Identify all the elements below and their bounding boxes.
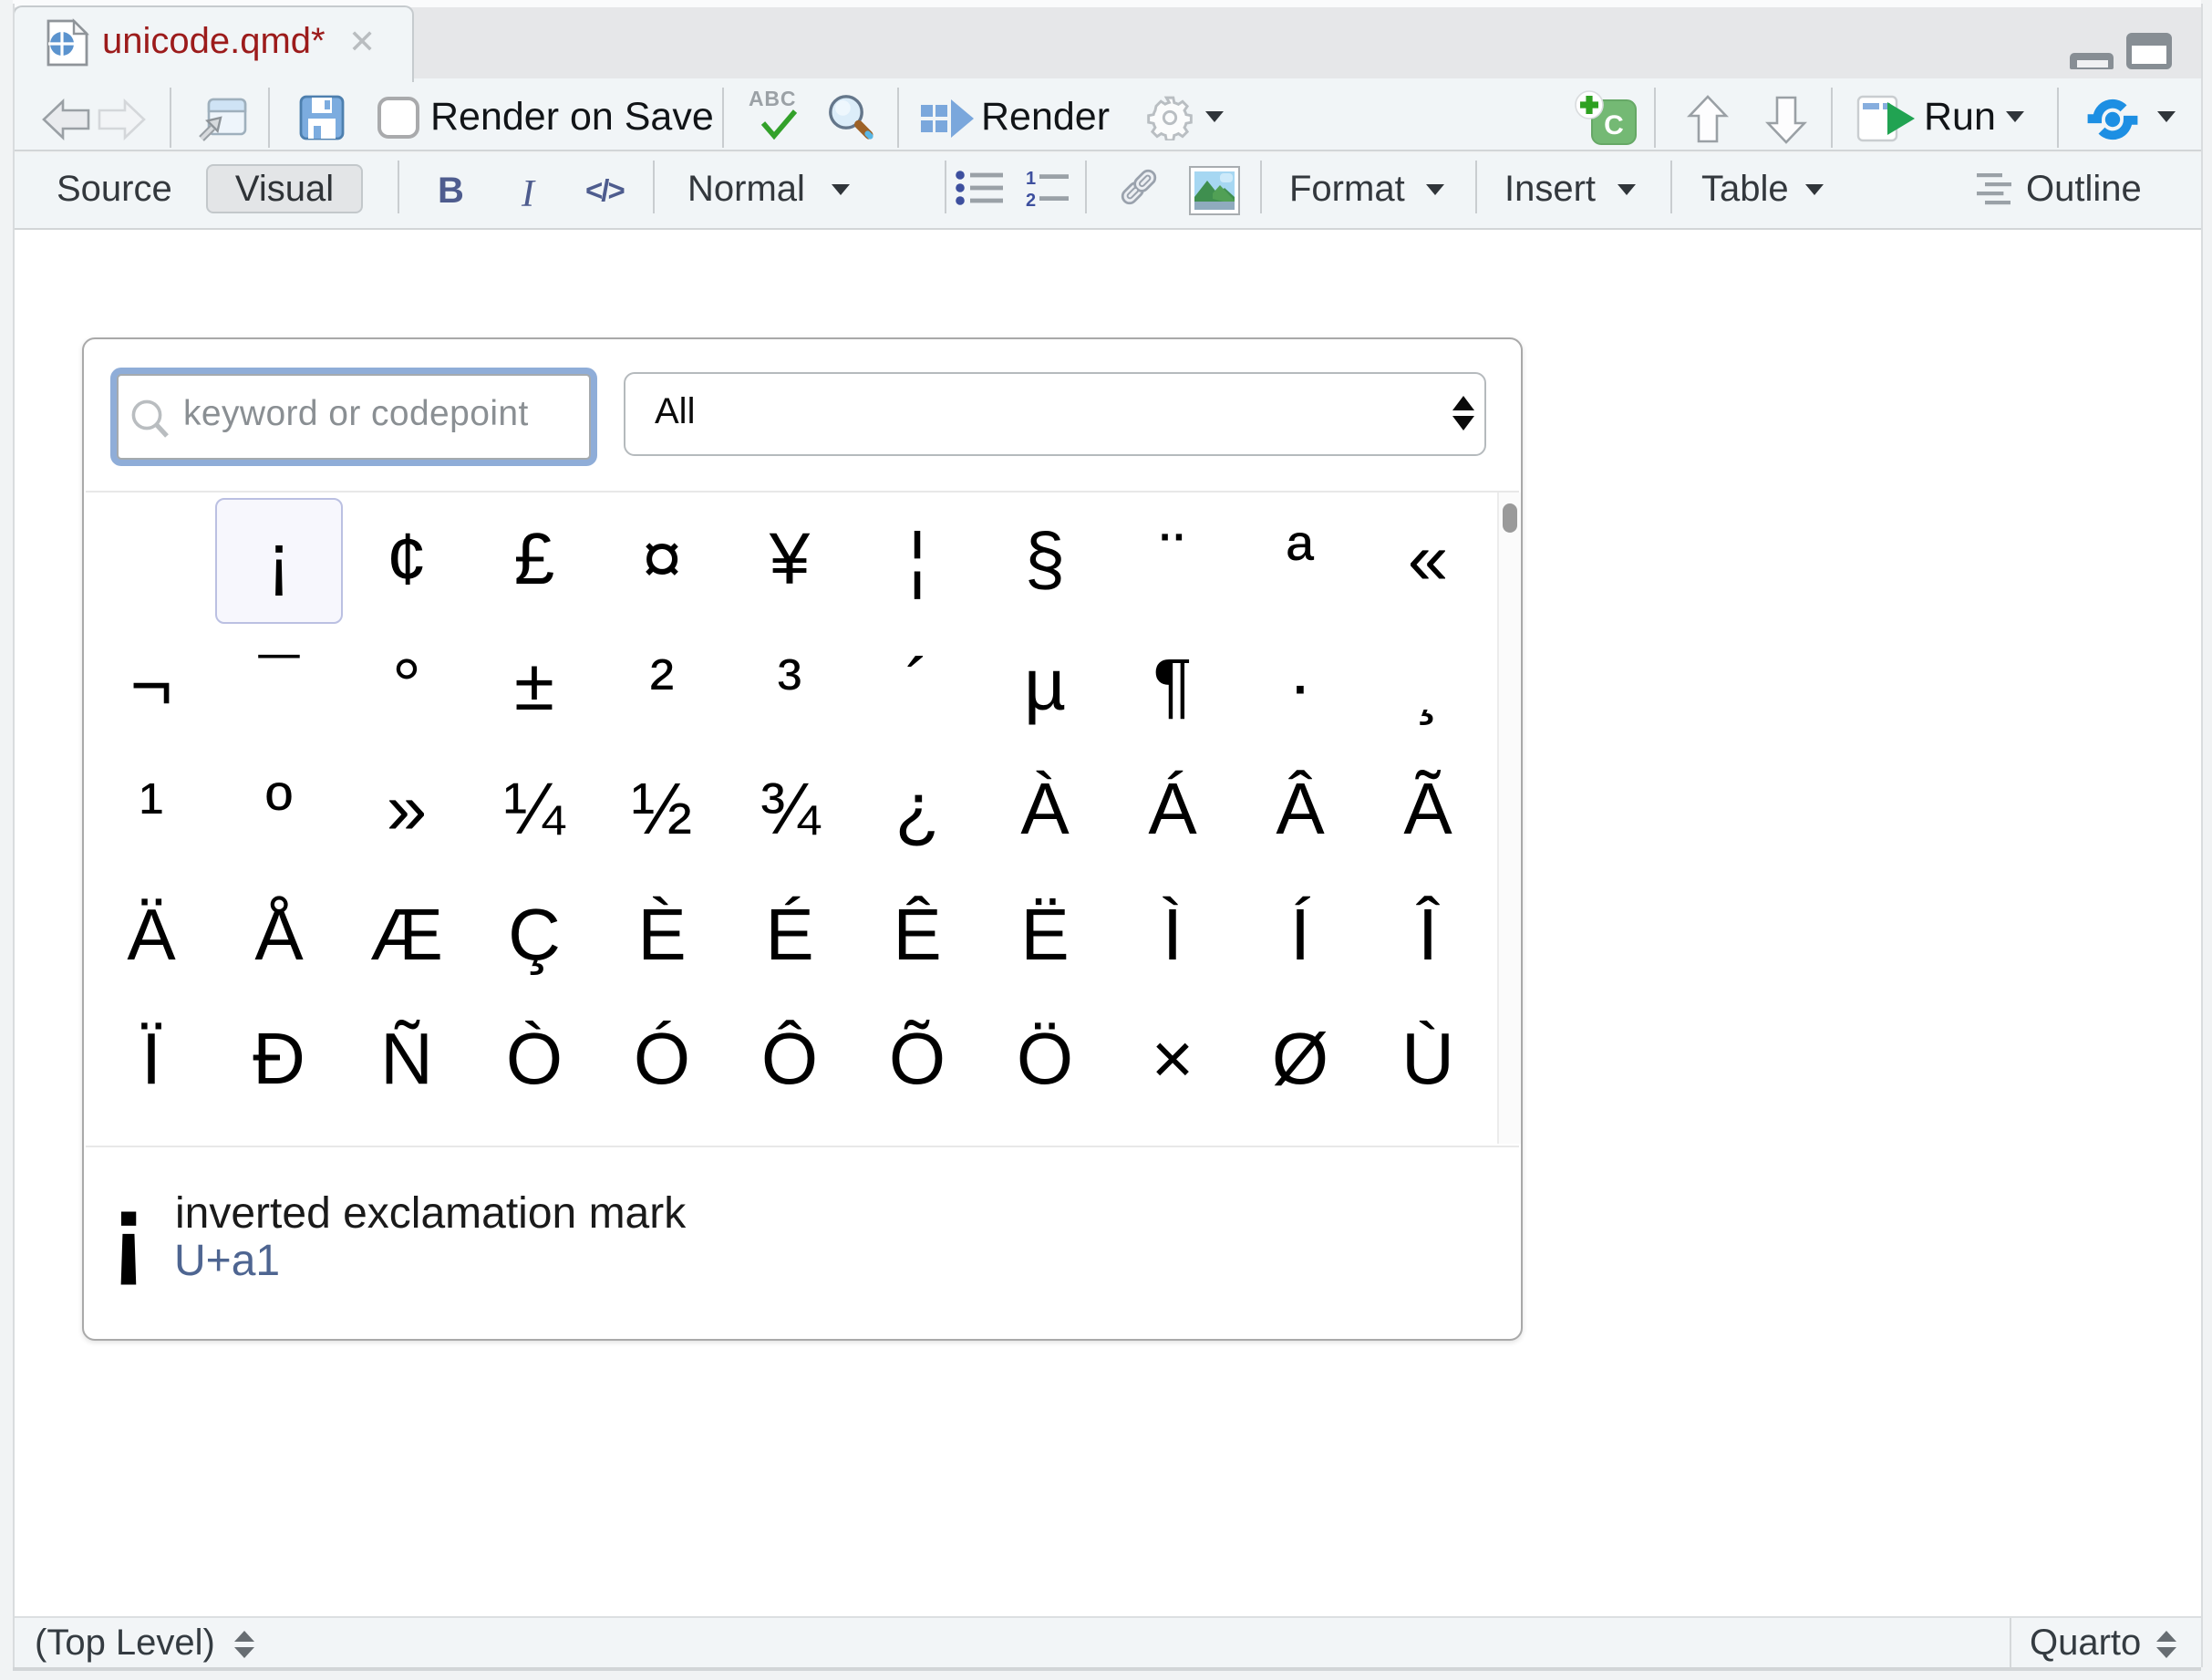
svg-text:C: C	[1604, 110, 1624, 140]
svg-text:2: 2	[1026, 191, 1036, 208]
svg-text:1: 1	[1026, 169, 1036, 189]
